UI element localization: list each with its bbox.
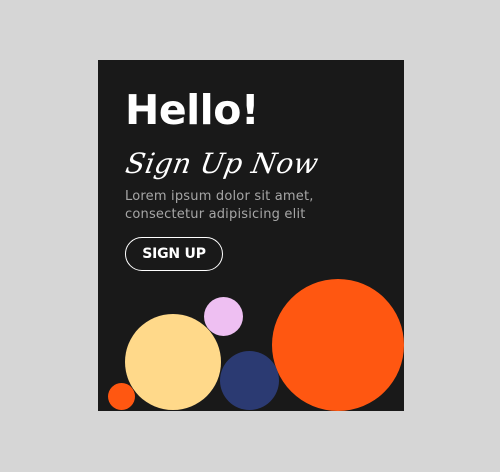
sign-up-button[interactable]: SIGN UP	[125, 237, 223, 271]
modal-script-heading: Sign Up Now	[123, 147, 322, 180]
decorative-circle-small-orange	[108, 383, 135, 410]
body-text-line: consectetur adipisicing elit	[125, 207, 306, 222]
decorative-circle-pink	[204, 297, 243, 336]
decorative-circle-orange	[272, 279, 404, 411]
body-text-line: Lorem ipsum dolor sit amet,	[125, 189, 314, 204]
page-overlay: Hello! Sign Up Now Lorem ipsum dolor sit…	[0, 0, 500, 472]
modal-body-text: Lorem ipsum dolor sit amet, consectetur …	[125, 188, 395, 224]
modal-title: Hello!	[125, 86, 260, 134]
signup-modal: Hello! Sign Up Now Lorem ipsum dolor sit…	[98, 60, 404, 411]
decorative-circle-peach	[125, 314, 221, 410]
decorative-circle-navy	[220, 351, 279, 410]
